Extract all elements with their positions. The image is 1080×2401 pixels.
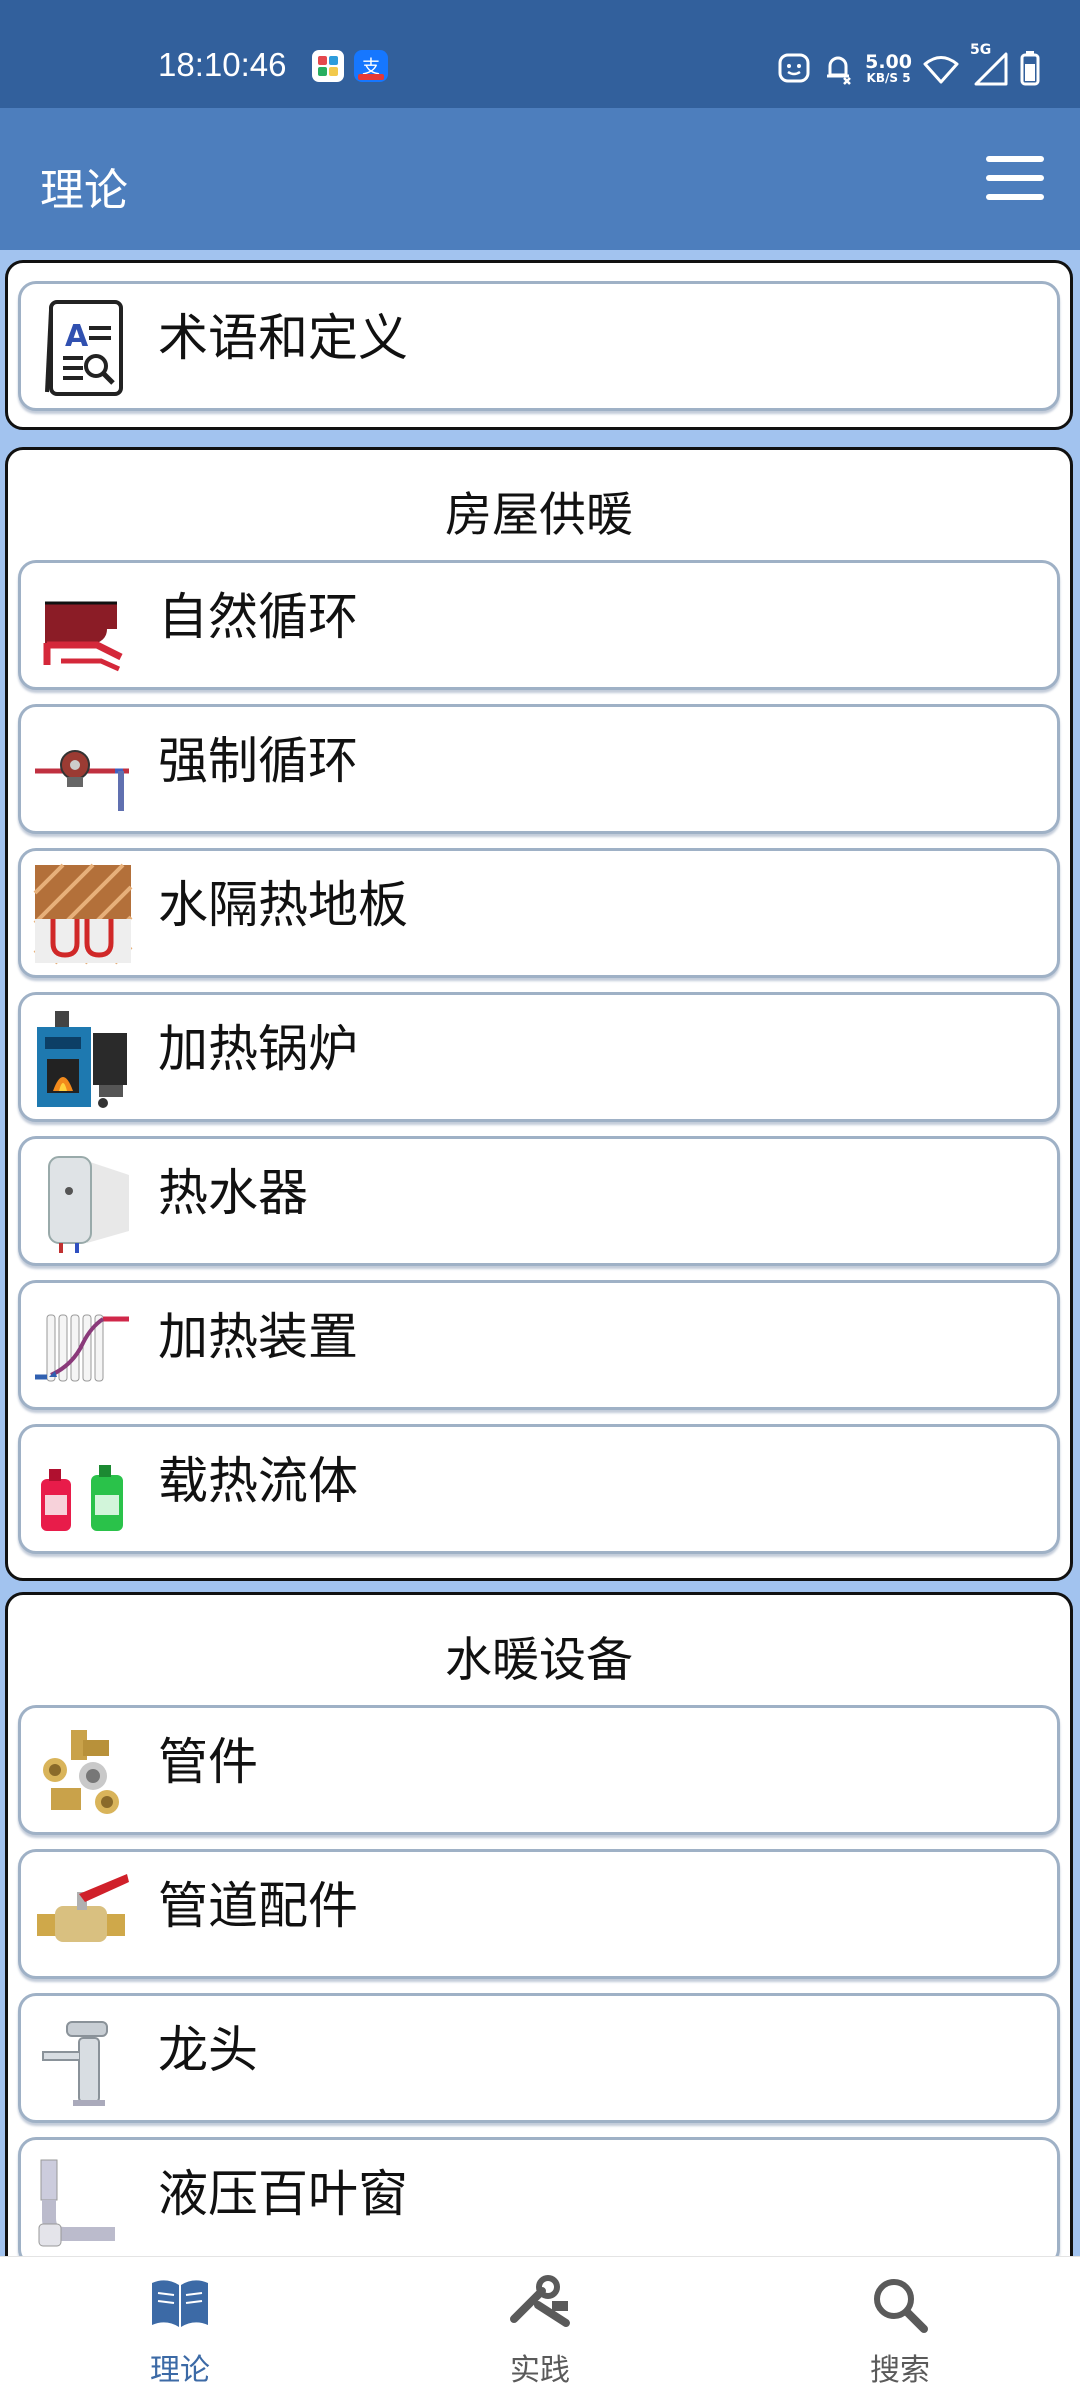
wifi-icon	[923, 56, 959, 84]
hamburger-icon[interactable]	[986, 156, 1048, 202]
nav-label: 搜索	[870, 2353, 930, 2388]
list-item-water-heater[interactable]: 热水器	[18, 1136, 1060, 1266]
list-item-natural-circulation[interactable]: 自然循环	[18, 560, 1060, 690]
nav-search[interactable]: 搜索	[720, 2257, 1080, 2401]
nav-theory[interactable]: 理论	[0, 2257, 360, 2401]
nav-label: 理论	[150, 2353, 210, 2388]
water-heater-icon	[33, 1151, 133, 1255]
list-item-underfloor-heating[interactable]: 水隔热地板	[18, 848, 1060, 978]
net-speed: 5.00 KB/S 5	[865, 50, 912, 85]
list-item-fittings[interactable]: 管件	[18, 1705, 1060, 1835]
app-grid-icon	[312, 50, 344, 82]
list-item-glossary[interactable]: A 术语和定义	[18, 281, 1060, 411]
item-label: 液压百叶窗	[158, 2165, 408, 2223]
item-label: 自然循环	[158, 588, 358, 646]
svg-text:A: A	[65, 319, 89, 354]
item-label: 管件	[158, 1733, 258, 1791]
bell-off-icon	[827, 56, 851, 85]
plumbing-panel: 水暖设备 管件 管道配件 龙头 液压百叶窗	[5, 1592, 1073, 2256]
status-bar: 18:10:46 支 5.00 KB/S 5 5G	[0, 0, 1080, 108]
face-icon	[778, 53, 810, 83]
item-label: 热水器	[158, 1164, 308, 1222]
signal-icon: 5G	[970, 42, 1010, 88]
boiler-icon	[33, 1007, 133, 1111]
house-heating-panel: 房屋供暖 自然循环 强制循环 水隔热地板 加热锅炉 热水器 加热装置 载热流体	[5, 447, 1073, 1581]
nav-label: 实践	[510, 2353, 570, 2388]
app-bar-title: 理论	[40, 165, 128, 216]
item-label: 载热流体	[158, 1452, 358, 1510]
item-label: 龙头	[158, 2021, 258, 2079]
bottom-navigation: 理论 实践 搜索	[0, 2256, 1080, 2401]
list-item-heating-boiler[interactable]: 加热锅炉	[18, 992, 1060, 1122]
pipe-fittings-icon	[33, 1720, 133, 1824]
radiator-icon	[33, 1295, 133, 1399]
item-label: 术语和定义	[158, 309, 408, 367]
circulation-pump-icon	[33, 719, 133, 823]
item-label: 加热锅炉	[158, 1020, 358, 1078]
search-icon	[874, 2279, 928, 2333]
status-icons: 5.00 KB/S 5 5G	[777, 42, 1040, 90]
section-title: 水暖设备	[445, 1633, 633, 1688]
item-label: 管道配件	[158, 1877, 358, 1935]
app-bar: 理论	[0, 108, 1080, 250]
coolant-bottles-icon	[33, 1439, 133, 1543]
nav-practice[interactable]: 实践	[360, 2257, 720, 2401]
list-item-heating-device[interactable]: 加热装置	[18, 1280, 1060, 1410]
list-item-heat-transfer-fluid[interactable]: 载热流体	[18, 1424, 1060, 1554]
list-item-pipe-accessories[interactable]: 管道配件	[18, 1849, 1060, 1979]
tools-icon	[510, 2275, 570, 2327]
underfloor-heating-icon	[33, 863, 133, 967]
natural-circulation-icon	[33, 575, 133, 679]
item-label: 加热装置	[158, 1308, 358, 1366]
item-label: 强制循环	[158, 732, 358, 790]
content-area[interactable]: A 术语和定义 房屋供暖 自然循环 强制循环 水隔热地板 加热锅炉 热水器 加热…	[0, 250, 1080, 2256]
faucet-icon	[33, 2008, 133, 2112]
glossary-panel: A 术语和定义	[5, 260, 1073, 430]
battery-icon	[1020, 51, 1040, 86]
siphon-trap-icon	[33, 2152, 133, 2256]
glossary-book-icon: A	[33, 296, 133, 400]
list-item-hydraulic-shutter[interactable]: 液压百叶窗	[18, 2137, 1060, 2256]
ball-valve-icon	[33, 1864, 133, 1968]
book-icon	[152, 2280, 208, 2327]
alipay-icon: 支	[354, 50, 388, 82]
status-time: 18:10:46	[158, 46, 287, 83]
section-title: 房屋供暖	[445, 488, 633, 543]
list-item-forced-circulation[interactable]: 强制循环	[18, 704, 1060, 834]
item-label: 水隔热地板	[158, 876, 408, 934]
list-item-faucet[interactable]: 龙头	[18, 1993, 1060, 2123]
